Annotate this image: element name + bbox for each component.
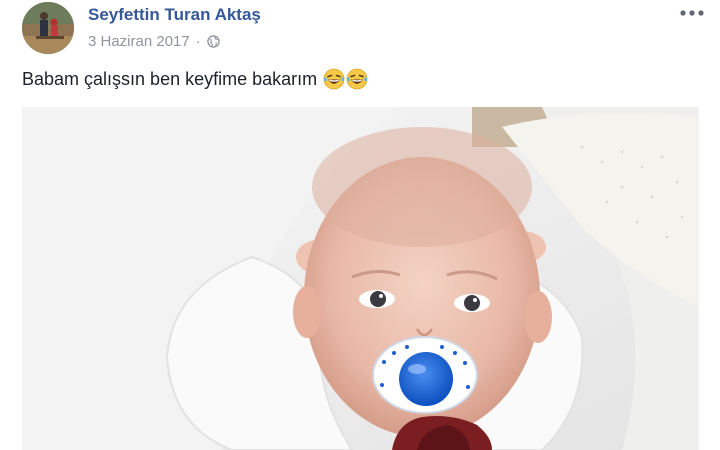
laughing-tears-emoji-icon xyxy=(346,68,368,90)
laughing-tears-emoji-icon xyxy=(323,68,345,90)
post-options-button[interactable] xyxy=(676,2,708,24)
ellipsis-icon xyxy=(680,10,704,16)
post-photo[interactable] xyxy=(22,107,699,450)
baby-with-pacifier-photo xyxy=(22,107,699,450)
post-meta: 3 Haziran 2017 · xyxy=(88,32,220,50)
avatar-photo-icon xyxy=(22,2,74,54)
caption-text: Babam çalışsın ben keyfime bakarım xyxy=(22,68,318,89)
post-date-link[interactable]: 3 Haziran 2017 xyxy=(88,33,190,50)
author-avatar[interactable] xyxy=(22,2,74,54)
post-caption: Babam çalışsın ben keyfime bakarım xyxy=(22,68,368,90)
author-name-link[interactable]: Seyfettin Turan Aktaş xyxy=(88,5,261,25)
meta-separator: · xyxy=(195,32,201,50)
facebook-post: Seyfettin Turan Aktaş 3 Haziran 2017 · B… xyxy=(0,0,720,450)
caption-emojis xyxy=(323,68,368,90)
globe-icon[interactable] xyxy=(207,34,220,48)
